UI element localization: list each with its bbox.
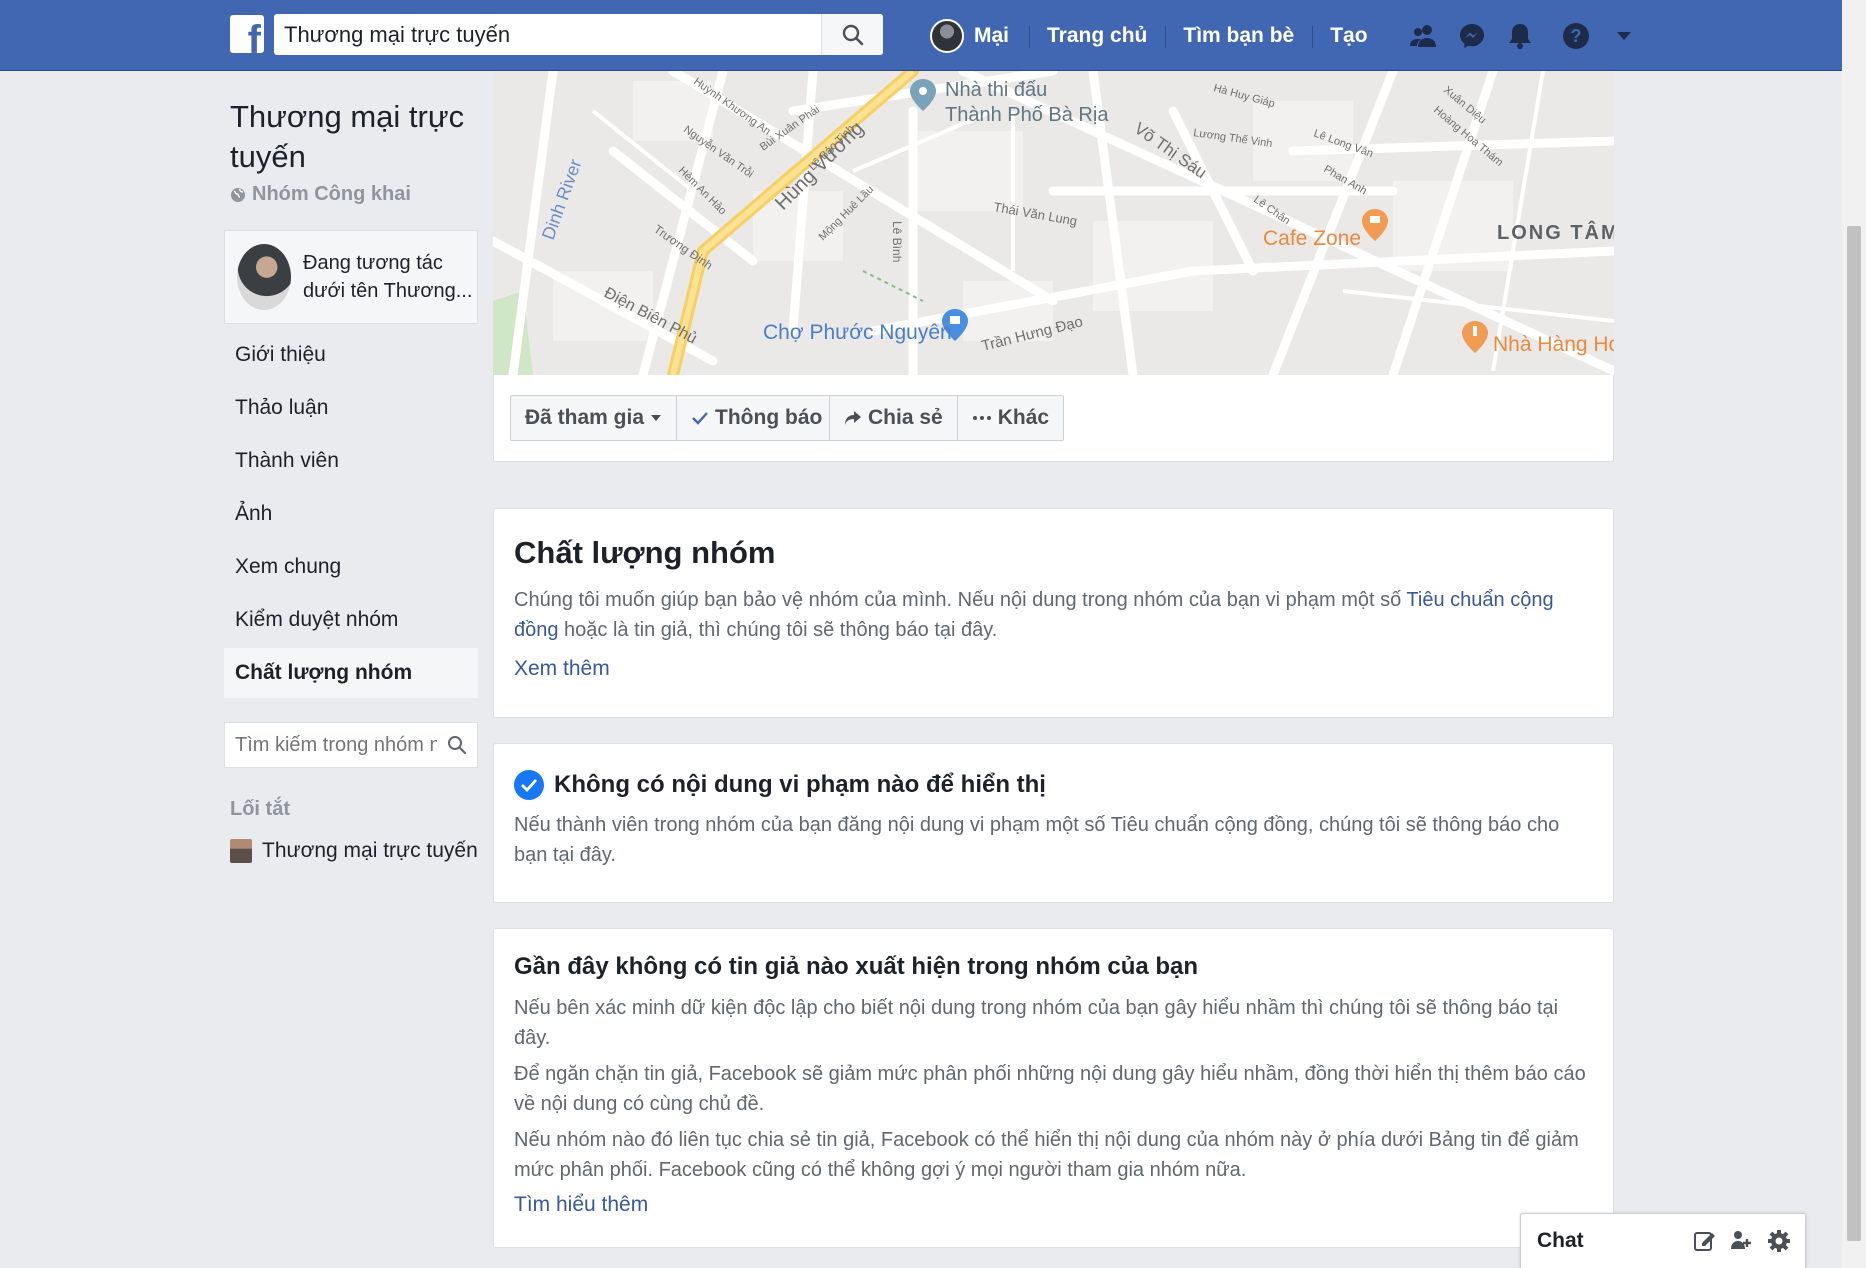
sidebar-item-moderation[interactable]: Kiểm duyệt nhóm bbox=[224, 595, 478, 645]
group-cover-map[interactable]: Dinh River Hùng Vương Điện Biên Phủ Võ T… bbox=[493, 71, 1614, 375]
avatar bbox=[930, 18, 964, 53]
shortcut-label: Thương mại trực tuyến bbox=[262, 839, 478, 862]
nav-create[interactable]: Tạo bbox=[1312, 24, 1385, 48]
group-privacy: Nhóm Công khai bbox=[224, 183, 478, 206]
acting-as-card[interactable]: Đang tương tác dưới tên Thương... bbox=[224, 230, 478, 324]
share-button[interactable]: Chia sẻ bbox=[829, 395, 958, 441]
profile-link[interactable]: Mại bbox=[930, 18, 1010, 53]
svg-text:?: ? bbox=[1570, 26, 1581, 46]
help-icon[interactable]: ? bbox=[1552, 16, 1600, 56]
share-more-buttons: Chia sẻ Khác bbox=[829, 395, 1065, 441]
group-quality-card: Chất lượng nhóm Chúng tôi muốn giúp bạn … bbox=[493, 508, 1614, 718]
nav-home[interactable]: Trang chủ bbox=[1029, 24, 1165, 48]
group-nav: Giới thiệu Thảo luận Thành viên Ảnh Xem … bbox=[224, 330, 478, 698]
acting-as-line1: Đang tương tác bbox=[303, 252, 443, 274]
svg-text:Cafe Zone: Cafe Zone bbox=[1263, 227, 1361, 250]
chat-tab[interactable]: Chat bbox=[1520, 1213, 1806, 1268]
scrollbar-thumb[interactable] bbox=[1847, 226, 1861, 1241]
svg-text:Lê Bình: Lê Bình bbox=[890, 221, 904, 262]
more-button[interactable]: Khác bbox=[957, 395, 1065, 441]
svg-text:Chợ Phước Nguyên: Chợ Phước Nguyên bbox=[763, 321, 952, 344]
svg-text:LONG TÂM: LONG TÂM bbox=[1497, 220, 1614, 244]
fake-news-paragraph-2: Để ngăn chặn tin giả, Facebook sẽ giảm m… bbox=[514, 1063, 1586, 1115]
friends-icon[interactable] bbox=[1400, 16, 1448, 56]
search-icon[interactable] bbox=[437, 735, 477, 755]
avatar bbox=[237, 244, 291, 310]
svg-text:Thành Phố Bà Rịa: Thành Phố Bà Rịa bbox=[945, 104, 1109, 126]
svg-text:Nhà Hàng Ho: Nhà Hàng Ho bbox=[1493, 333, 1614, 356]
no-violations-description: Nếu thành viên trong nhóm của bạn đăng n… bbox=[514, 814, 1560, 866]
fake-news-title: Gần đây không có tin giả nào xuất hiện t… bbox=[514, 953, 1199, 980]
see-more-link[interactable]: Xem thêm bbox=[514, 657, 1593, 681]
group-privacy-label: Nhóm Công khai bbox=[252, 183, 411, 205]
fake-news-paragraph-3: Nếu nhóm nào đó liên tục chia sẻ tin giả… bbox=[514, 1129, 1579, 1181]
share-arrow-icon bbox=[845, 411, 861, 425]
group-title[interactable]: Thương mại trực tuyến bbox=[224, 97, 478, 177]
top-navigation-bar: f Mại Trang chủ Tìm bạn bè Tạo bbox=[0, 0, 1842, 71]
group-search-input[interactable] bbox=[225, 733, 437, 757]
group-action-bar: Đã tham gia Thông báo Chia sẻ Khác bbox=[493, 375, 1614, 462]
more-dots-icon bbox=[972, 416, 991, 420]
sidebar-item-members[interactable]: Thành viên bbox=[224, 436, 478, 486]
chevron-down-icon[interactable] bbox=[1600, 16, 1648, 56]
global-search bbox=[274, 14, 883, 55]
profile-name: Mại bbox=[974, 23, 1010, 47]
svg-text:Nhà thi đấu: Nhà thi đấu bbox=[945, 79, 1047, 101]
messenger-icon[interactable] bbox=[1448, 16, 1496, 56]
sidebar-item-about[interactable]: Giới thiệu bbox=[224, 330, 478, 380]
search-icon bbox=[842, 24, 863, 45]
map-image: Dinh River Hùng Vương Điện Biên Phủ Võ T… bbox=[493, 71, 1614, 375]
top-nav-links: Mại Trang chủ Tìm bạn bè Tạo ? bbox=[930, 0, 1648, 71]
page-title: Chất lượng nhóm bbox=[514, 535, 776, 570]
acting-as-line2: dưới tên Thương... bbox=[303, 280, 473, 302]
fake-news-card: Gần đây không có tin giả nào xuất hiện t… bbox=[493, 928, 1614, 1248]
sidebar-item-watch-party[interactable]: Xem chung bbox=[224, 542, 478, 592]
sidebar-item-group-quality[interactable]: Chất lượng nhóm bbox=[224, 648, 478, 698]
globe-icon bbox=[231, 187, 245, 202]
no-violations-title: Không có nội dung vi phạm nào để hiển th… bbox=[554, 771, 1046, 798]
group-chat-icon[interactable] bbox=[1729, 1229, 1755, 1253]
gear-icon[interactable] bbox=[1767, 1229, 1791, 1253]
sidebar-item-discussion[interactable]: Thảo luận bbox=[224, 383, 478, 433]
sidebar-item-photos[interactable]: Ảnh bbox=[224, 489, 478, 539]
joined-button[interactable]: Đã tham gia bbox=[510, 395, 678, 441]
compose-icon[interactable] bbox=[1693, 1229, 1717, 1253]
fake-news-paragraph-1: Nếu bên xác minh dữ kiện độc lập cho biế… bbox=[514, 997, 1559, 1049]
caret-down-icon bbox=[651, 415, 662, 421]
membership-buttons: Đã tham gia Thông báo bbox=[510, 395, 838, 441]
chat-label: Chat bbox=[1537, 1229, 1584, 1252]
no-violations-card: Không có nội dung vi phạm nào để hiển th… bbox=[493, 743, 1614, 903]
group-search bbox=[224, 722, 478, 768]
search-button[interactable] bbox=[821, 14, 883, 55]
learn-more-link[interactable]: Tìm hiểu thêm bbox=[514, 1193, 1593, 1217]
page-scrollbar[interactable] bbox=[1842, 0, 1866, 1268]
checkmark-icon bbox=[692, 412, 708, 425]
shortcut-item[interactable]: Thương mại trực tuyến bbox=[224, 839, 478, 863]
verified-check-icon bbox=[514, 770, 544, 800]
group-thumbnail bbox=[230, 839, 252, 863]
group-quality-description: Chúng tôi muốn giúp bạn bảo vệ nhóm của … bbox=[514, 589, 1554, 641]
notifications-icon[interactable] bbox=[1496, 16, 1544, 56]
notifications-button[interactable]: Thông báo bbox=[677, 395, 838, 441]
nav-find-friends[interactable]: Tìm bạn bè bbox=[1165, 24, 1312, 48]
search-input[interactable] bbox=[274, 14, 821, 55]
group-sidebar: Thương mại trực tuyến Nhóm Công khai Đan… bbox=[224, 71, 478, 863]
facebook-logo[interactable]: f bbox=[230, 15, 264, 53]
shortcuts-heading: Lối tắt bbox=[230, 798, 290, 820]
